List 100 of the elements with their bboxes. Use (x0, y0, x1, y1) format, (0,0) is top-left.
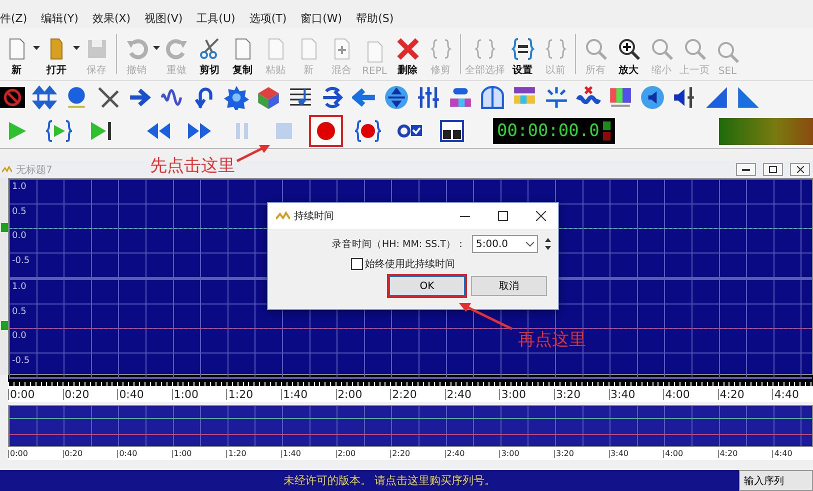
caret-icon[interactable] (73, 46, 80, 50)
brackets-icon (473, 37, 497, 61)
magnifier-icon (584, 37, 608, 61)
close-button[interactable] (790, 163, 810, 176)
time-label: 0:00 (8, 388, 63, 400)
axis-label: 1.0 (11, 181, 26, 194)
axis-label: 0.0 (11, 330, 26, 343)
circle-arrows-icon[interactable] (384, 85, 409, 110)
dialog-button[interactable]: 取消 (469, 274, 549, 298)
time-label: 0:40 (117, 450, 172, 458)
undo-icon (124, 37, 148, 61)
speaker-circle-icon[interactable] (640, 85, 665, 110)
close-icon (536, 211, 546, 221)
time-label: 4:20 (718, 388, 772, 400)
time-label: 4:40 (772, 450, 813, 458)
window-icon (439, 119, 465, 143)
minimize-button[interactable] (736, 163, 756, 176)
x-mark-icon (396, 37, 420, 61)
maximize-icon (769, 166, 777, 173)
brackets-icon (544, 37, 568, 61)
time-label: 4:40 (772, 388, 813, 400)
caret-icon[interactable] (33, 46, 40, 50)
time-label: 3:00 (499, 450, 554, 458)
spectrum-box-icon[interactable] (608, 85, 633, 110)
time-label: 3:20 (554, 388, 609, 400)
duration-label: 录音时间（HH: MM: SS.T）： (332, 238, 466, 250)
time-label: 2:20 (390, 388, 445, 400)
color-cube-icon[interactable] (256, 85, 281, 110)
speaker-slider-icon[interactable] (672, 85, 697, 110)
time-counter: 00:00:00.0 (497, 121, 600, 141)
arch-icon[interactable] (480, 85, 505, 110)
crossed-lines-icon[interactable] (96, 85, 121, 110)
no-entry-icon[interactable] (0, 85, 25, 110)
play-brackets-icon (46, 119, 72, 143)
duration-combo[interactable]: 5:00.0 (472, 235, 538, 253)
spark-icon[interactable] (544, 85, 569, 110)
maximize-button[interactable] (763, 163, 783, 176)
time-label: 1:20 (226, 450, 281, 458)
annotation-text: 再点这里 (518, 329, 586, 351)
always-use-checkbox[interactable]: 始终使用此持续时间 (351, 257, 558, 271)
toolbar-button[interactable]: 复制 (226, 28, 259, 80)
time-label: 4:20 (718, 450, 772, 458)
circular-arrows-icon[interactable] (320, 85, 345, 110)
magnifier-icon (716, 40, 740, 64)
toolbar-button[interactable]: 删除 (391, 28, 424, 80)
brackets-icon (428, 37, 452, 61)
axis-label: 0.5 (11, 306, 26, 318)
record-brackets-icon (355, 119, 381, 143)
axis-label: 0.5 (11, 206, 26, 218)
toolbar-button[interactable]: 打开 (40, 28, 73, 80)
toolbar-button[interactable]: 剪切 (193, 28, 226, 80)
time-label: 2:40 (444, 388, 500, 400)
numbers-icon (510, 37, 534, 61)
wave-logo-icon (2, 166, 12, 174)
dialog-title: 持续时间 (294, 210, 335, 223)
time-label: 2:00 (336, 388, 390, 400)
menu-item[interactable]: 视图(V) (144, 10, 183, 26)
menu-item[interactable]: 件(Z) (0, 10, 28, 26)
time-label: 3:00 (499, 388, 554, 400)
menu-item[interactable]: 编辑(Y) (41, 10, 78, 26)
document-title: 无标题7 (16, 164, 52, 176)
sliders-icon[interactable] (416, 85, 441, 110)
gear-icon[interactable] (224, 85, 249, 110)
toolbar-button[interactable]: 设置 (506, 28, 539, 80)
ramp-down-icon[interactable] (736, 85, 761, 110)
status-message[interactable]: 未经许可的版本。 请点击这里购买序列号。 (0, 473, 739, 488)
toolbar-button[interactable]: 放大 (612, 28, 645, 80)
menu-item[interactable]: 效果(X) (92, 10, 131, 26)
maximize-icon (498, 211, 508, 221)
time-label: 1:40 (280, 450, 336, 458)
redo-icon (164, 37, 188, 61)
menu-item[interactable]: 窗口(W) (300, 10, 342, 26)
time-label: 1:00 (172, 450, 226, 458)
time-label: 1:20 (226, 388, 281, 400)
menu-item[interactable]: 工具(U) (196, 10, 236, 26)
axis-label: -0.5 (11, 254, 30, 268)
axis-label: 0.0 (11, 230, 26, 243)
ramp-up-icon[interactable] (704, 85, 729, 110)
time-label: 3:40 (608, 388, 664, 400)
serial-button[interactable]: 输入序列 (739, 470, 813, 491)
time-label: 4:00 (663, 450, 718, 458)
annotation-arrow (234, 144, 270, 164)
annotation-text: 先点击这里 (150, 155, 235, 177)
time-label: 0:20 (62, 388, 118, 400)
close-icon (796, 166, 804, 173)
dialog-button[interactable]: OK (387, 274, 467, 298)
time-label: 3:20 (554, 450, 609, 458)
time-label: 0:20 (62, 450, 118, 458)
toolbar-button[interactable]: 新 (0, 28, 33, 80)
vertical-arrows-icon[interactable] (32, 85, 57, 110)
gradient-bar-icon[interactable] (448, 85, 473, 110)
time-label: 2:20 (390, 450, 445, 458)
menu-item[interactable]: 帮助(S) (356, 10, 394, 26)
time-label: 0:00 (8, 450, 63, 458)
menu-item[interactable]: 选项(T) (249, 10, 287, 26)
checkbox[interactable] (351, 258, 363, 270)
time-label: 2:40 (444, 450, 500, 458)
time-label: 4:00 (663, 388, 718, 400)
axis-label: -0.5 (11, 354, 30, 368)
time-label: 0:40 (117, 388, 172, 400)
